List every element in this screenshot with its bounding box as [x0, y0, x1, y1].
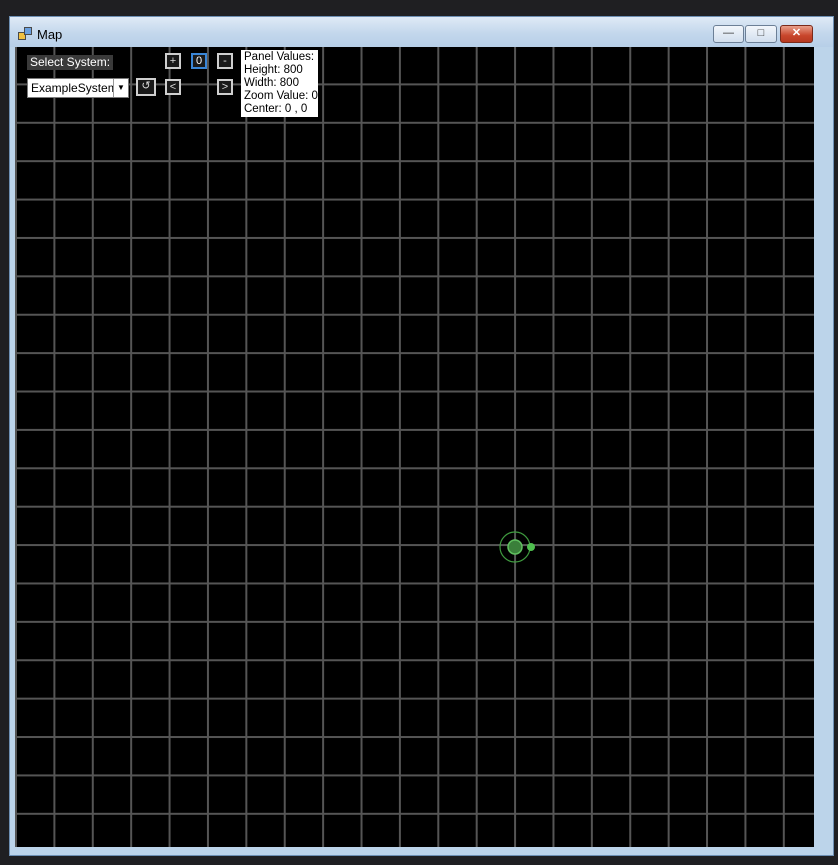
map-window: Map — □ ✕ Select System: ExampleSystem ▼…: [9, 16, 834, 856]
system-map: [499, 531, 535, 563]
panel-width: Width: 800: [244, 77, 299, 89]
minimize-button[interactable]: —: [713, 25, 744, 43]
zoom-reset-button[interactable]: 0: [191, 53, 207, 69]
planet-body[interactable]: [527, 543, 535, 551]
window-title: Map: [37, 27, 63, 42]
next-button[interactable]: >: [217, 79, 233, 95]
system-dropdown-value: ExampleSystem: [31, 81, 118, 95]
panel-height: Height: 800: [244, 64, 303, 76]
select-system-label: Select System:: [27, 55, 114, 70]
map-panel[interactable]: Select System: ExampleSystem ▼ + 0 - ↺ <…: [15, 47, 814, 847]
panel-zoom: Zoom Value: 0: [244, 90, 318, 102]
star-body[interactable]: [507, 539, 523, 555]
close-button[interactable]: ✕: [780, 25, 813, 43]
zoom-in-button[interactable]: +: [165, 53, 181, 69]
prev-button[interactable]: <: [165, 79, 181, 95]
refresh-button[interactable]: ↺: [136, 78, 156, 96]
chevron-down-icon: ▼: [113, 79, 128, 97]
zoom-out-button[interactable]: -: [217, 53, 233, 69]
app-icon: [18, 27, 32, 41]
panel-values-box: Panel Values: Height: 800 Width: 800 Zoo…: [241, 50, 318, 117]
panel-center: Center: 0 , 0: [244, 103, 308, 115]
system-dropdown[interactable]: ExampleSystem ▼: [27, 78, 129, 98]
title-bar[interactable]: Map — □ ✕: [10, 17, 833, 47]
refresh-icon: ↺: [141, 80, 151, 92]
panel-values-heading: Panel Values:: [244, 51, 315, 63]
maximize-button[interactable]: □: [745, 25, 777, 43]
